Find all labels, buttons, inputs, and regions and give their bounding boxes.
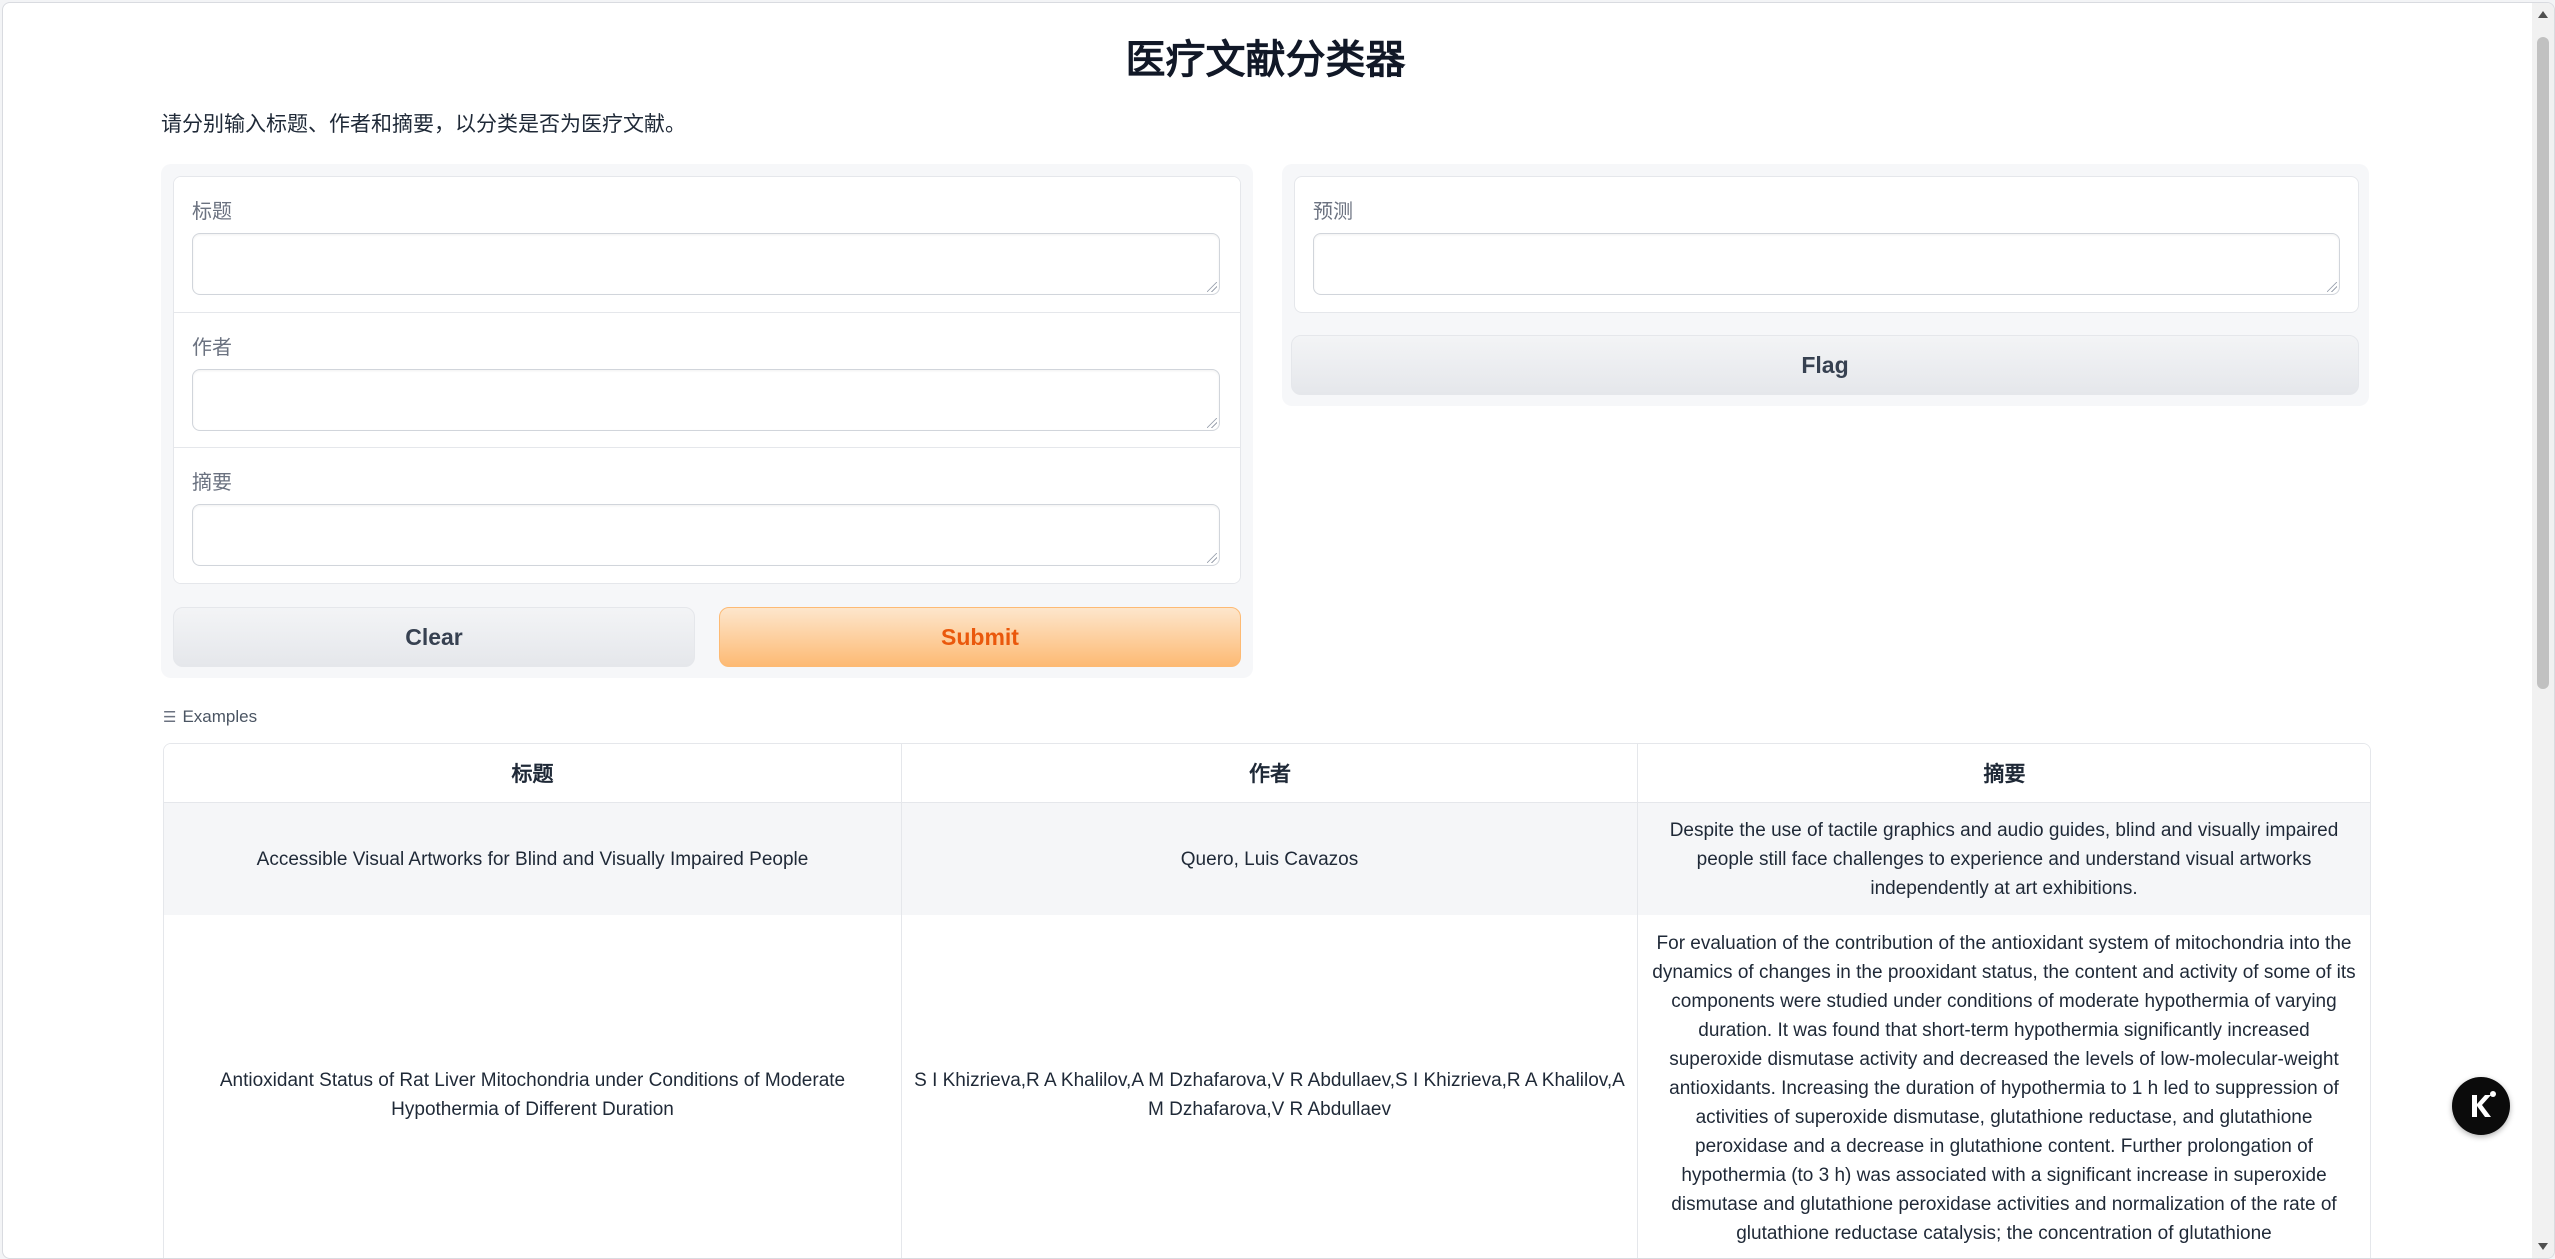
abstract-label: 摘要 xyxy=(192,472,232,494)
resize-handle-icon[interactable] xyxy=(2327,282,2337,292)
cell-abstract: For evaluation of the contribution of th… xyxy=(1637,915,2370,1258)
column-header-title: 标题 xyxy=(511,763,554,786)
input-panel: 标题 作者 摘要 Clear Submit xyxy=(161,164,1253,678)
resize-handle-icon[interactable] xyxy=(1207,282,1217,292)
cell-title: Accessible Visual Artworks for Blind and… xyxy=(256,848,809,870)
submit-button[interactable]: Submit xyxy=(719,607,1241,667)
clear-button[interactable]: Clear xyxy=(173,607,695,667)
table-row[interactable]: Accessible Visual Artworks for Blind and… xyxy=(164,803,2370,915)
scroll-up-icon[interactable] xyxy=(2538,11,2548,18)
prediction-label: 预测 xyxy=(1313,201,1353,223)
author-label: 作者 xyxy=(192,337,232,359)
cell-author: S I Khizrieva,R A Khalilov,A M Dzhafarov… xyxy=(901,915,1637,1258)
app-window: 医疗文献分类器 请分别输入标题、作者和摘要，以分类是否为医疗文献。 标题 作者 … xyxy=(2,2,2555,1259)
flag-button[interactable]: Flag xyxy=(1291,335,2359,395)
examples-heading: ☰ Examples xyxy=(163,707,257,727)
title-field: 标题 xyxy=(174,177,1240,312)
resize-handle-icon[interactable] xyxy=(1207,418,1217,428)
cell-abstract: Despite the use of tactile graphics and … xyxy=(1637,803,2370,915)
cell-title: Antioxidant Status of Rat Liver Mitochon… xyxy=(219,1070,846,1120)
scroll-down-icon[interactable] xyxy=(2538,1243,2548,1250)
brand-dot xyxy=(2490,1091,2496,1097)
author-field: 作者 xyxy=(174,312,1240,448)
page-title: 医疗文献分类器 xyxy=(1125,38,1406,82)
column-header-author: 作者 xyxy=(901,744,1638,802)
output-panel: 预测 Flag xyxy=(1282,164,2369,406)
page-description: 请分别输入标题、作者和摘要，以分类是否为医疗文献。 xyxy=(161,113,686,136)
table-row[interactable]: Antioxidant Status of Rat Liver Mitochon… xyxy=(164,915,2370,1258)
input-fields: 标题 作者 摘要 xyxy=(173,176,1241,584)
title-input[interactable] xyxy=(192,233,1220,295)
title-label: 标题 xyxy=(192,201,232,223)
prediction-output[interactable] xyxy=(1313,233,2340,295)
cell-author: Quero, Luis Cavazos xyxy=(901,803,1637,915)
abstract-input[interactable] xyxy=(192,504,1220,566)
examples-label: Examples xyxy=(182,707,258,726)
abstract-field: 摘要 xyxy=(174,447,1240,583)
author-input[interactable] xyxy=(192,369,1220,431)
brand-logo-icon[interactable] xyxy=(2452,1077,2510,1135)
column-header-abstract: 摘要 xyxy=(1637,744,2370,802)
resize-handle-icon[interactable] xyxy=(1207,553,1217,563)
list-icon: ☰ xyxy=(163,709,177,726)
table-header: 标题 作者 摘要 xyxy=(164,744,2370,803)
scrollbar-thumb[interactable] xyxy=(2537,37,2549,689)
examples-table: 标题 作者 摘要 Accessible Visual Artworks for … xyxy=(163,743,2371,1258)
vertical-scrollbar[interactable] xyxy=(2532,3,2554,1258)
prediction-field: 预测 xyxy=(1294,176,2359,313)
